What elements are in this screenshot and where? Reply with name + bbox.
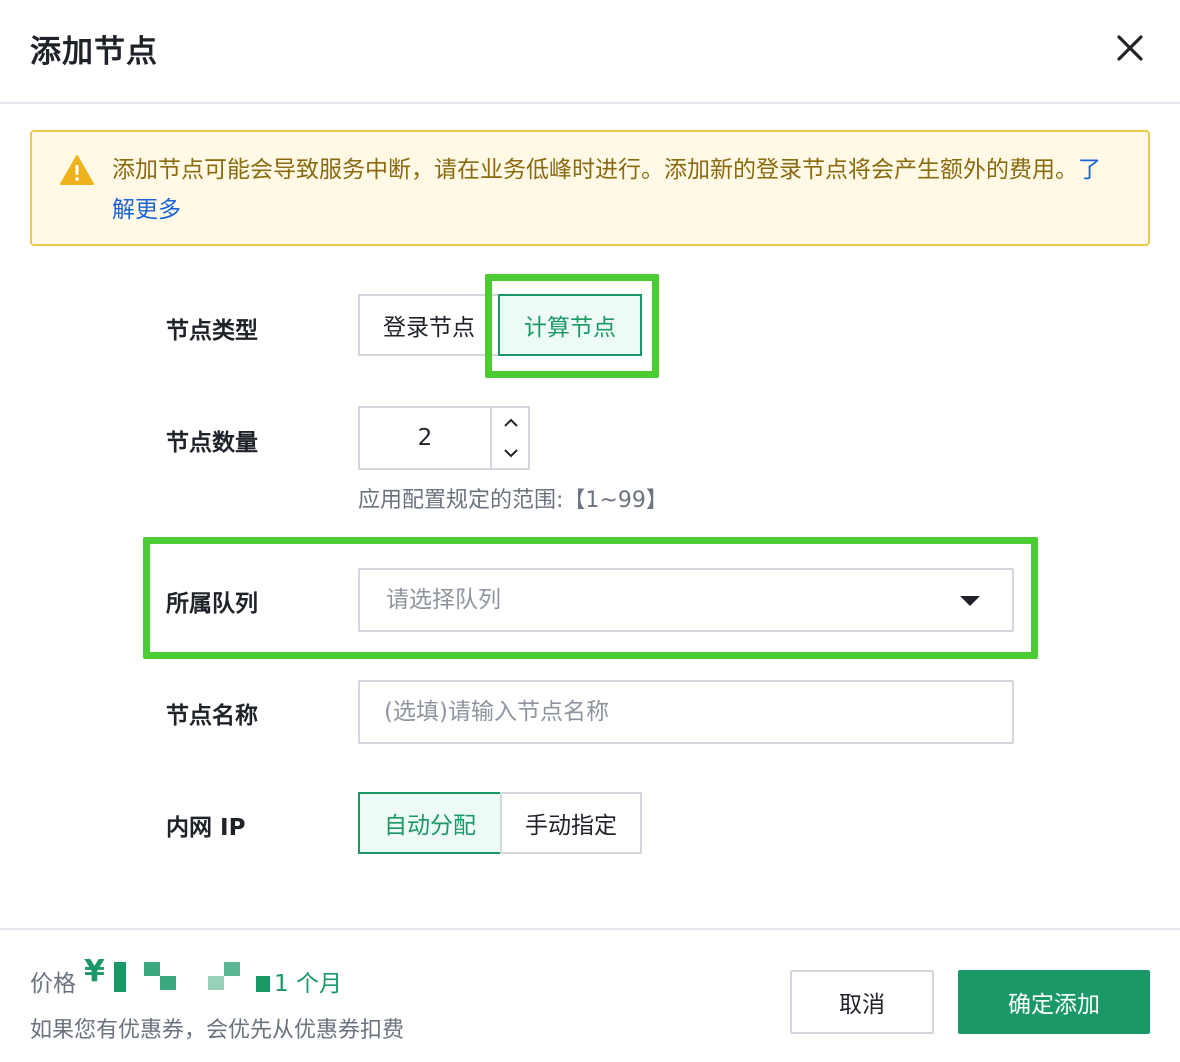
warning-alert: 添加节点可能会导致服务中断，请在业务低峰时进行。添加新的登录节点将会产生额外的费… bbox=[30, 130, 1150, 246]
cancel-button[interactable]: 取消 bbox=[790, 970, 934, 1034]
close-button[interactable] bbox=[1110, 28, 1150, 68]
confirm-add-button[interactable]: 确定添加 bbox=[958, 970, 1150, 1034]
dialog-footer: 价格 ¥ 1 个月 如果您有优惠券，会优先从优惠券扣费 取消 确定添加 bbox=[0, 928, 1180, 1062]
billing-period: 1 个月 bbox=[274, 971, 342, 997]
dialog-title: 添加节点 bbox=[30, 34, 158, 70]
node-type-compute-option[interactable]: 计算节点 bbox=[498, 294, 642, 356]
node-count-stepper[interactable]: 2 bbox=[358, 406, 530, 470]
coupon-note: 如果您有优惠券，会优先从优惠券扣费 bbox=[30, 1018, 405, 1043]
caret-down-icon bbox=[960, 596, 980, 606]
queue-select[interactable]: 请选择队列 bbox=[358, 568, 1014, 632]
node-type-label: 节点类型 bbox=[166, 318, 258, 344]
chevron-down-icon bbox=[504, 449, 518, 458]
private-ip-label: 内网 IP bbox=[166, 815, 246, 841]
warning-message: 添加节点可能会导致服务中断，请在业务低峰时进行。添加新的登录节点将会产生额外的费… bbox=[112, 150, 1112, 230]
increment-button[interactable] bbox=[492, 408, 530, 438]
dialog-header: 添加节点 bbox=[0, 0, 1180, 104]
stepper-buttons bbox=[490, 408, 528, 468]
queue-select-placeholder: 请选择队列 bbox=[386, 587, 501, 613]
warning-icon bbox=[60, 154, 94, 186]
node-count-value[interactable]: 2 bbox=[360, 408, 490, 468]
ip-auto-assign-option[interactable]: 自动分配 bbox=[358, 792, 502, 854]
node-type-login-option[interactable]: 登录节点 bbox=[358, 294, 500, 356]
chevron-up-icon bbox=[504, 418, 518, 427]
node-name-label: 节点名称 bbox=[166, 703, 258, 729]
ip-manual-option[interactable]: 手动指定 bbox=[500, 792, 642, 854]
node-name-input[interactable] bbox=[358, 680, 1014, 744]
decrement-button[interactable] bbox=[492, 438, 530, 468]
queue-label: 所属队列 bbox=[166, 591, 258, 617]
node-count-label: 节点数量 bbox=[166, 430, 258, 456]
price-label: 价格 bbox=[30, 971, 76, 997]
node-count-range-hint: 应用配置规定的范围:【1~99】 bbox=[358, 488, 668, 513]
currency-symbol: ¥ bbox=[84, 954, 105, 989]
warning-text: 添加节点可能会导致服务中断，请在业务低峰时进行。添加新的登录节点将会产生额外的费… bbox=[112, 157, 1078, 183]
close-icon bbox=[1117, 35, 1143, 61]
